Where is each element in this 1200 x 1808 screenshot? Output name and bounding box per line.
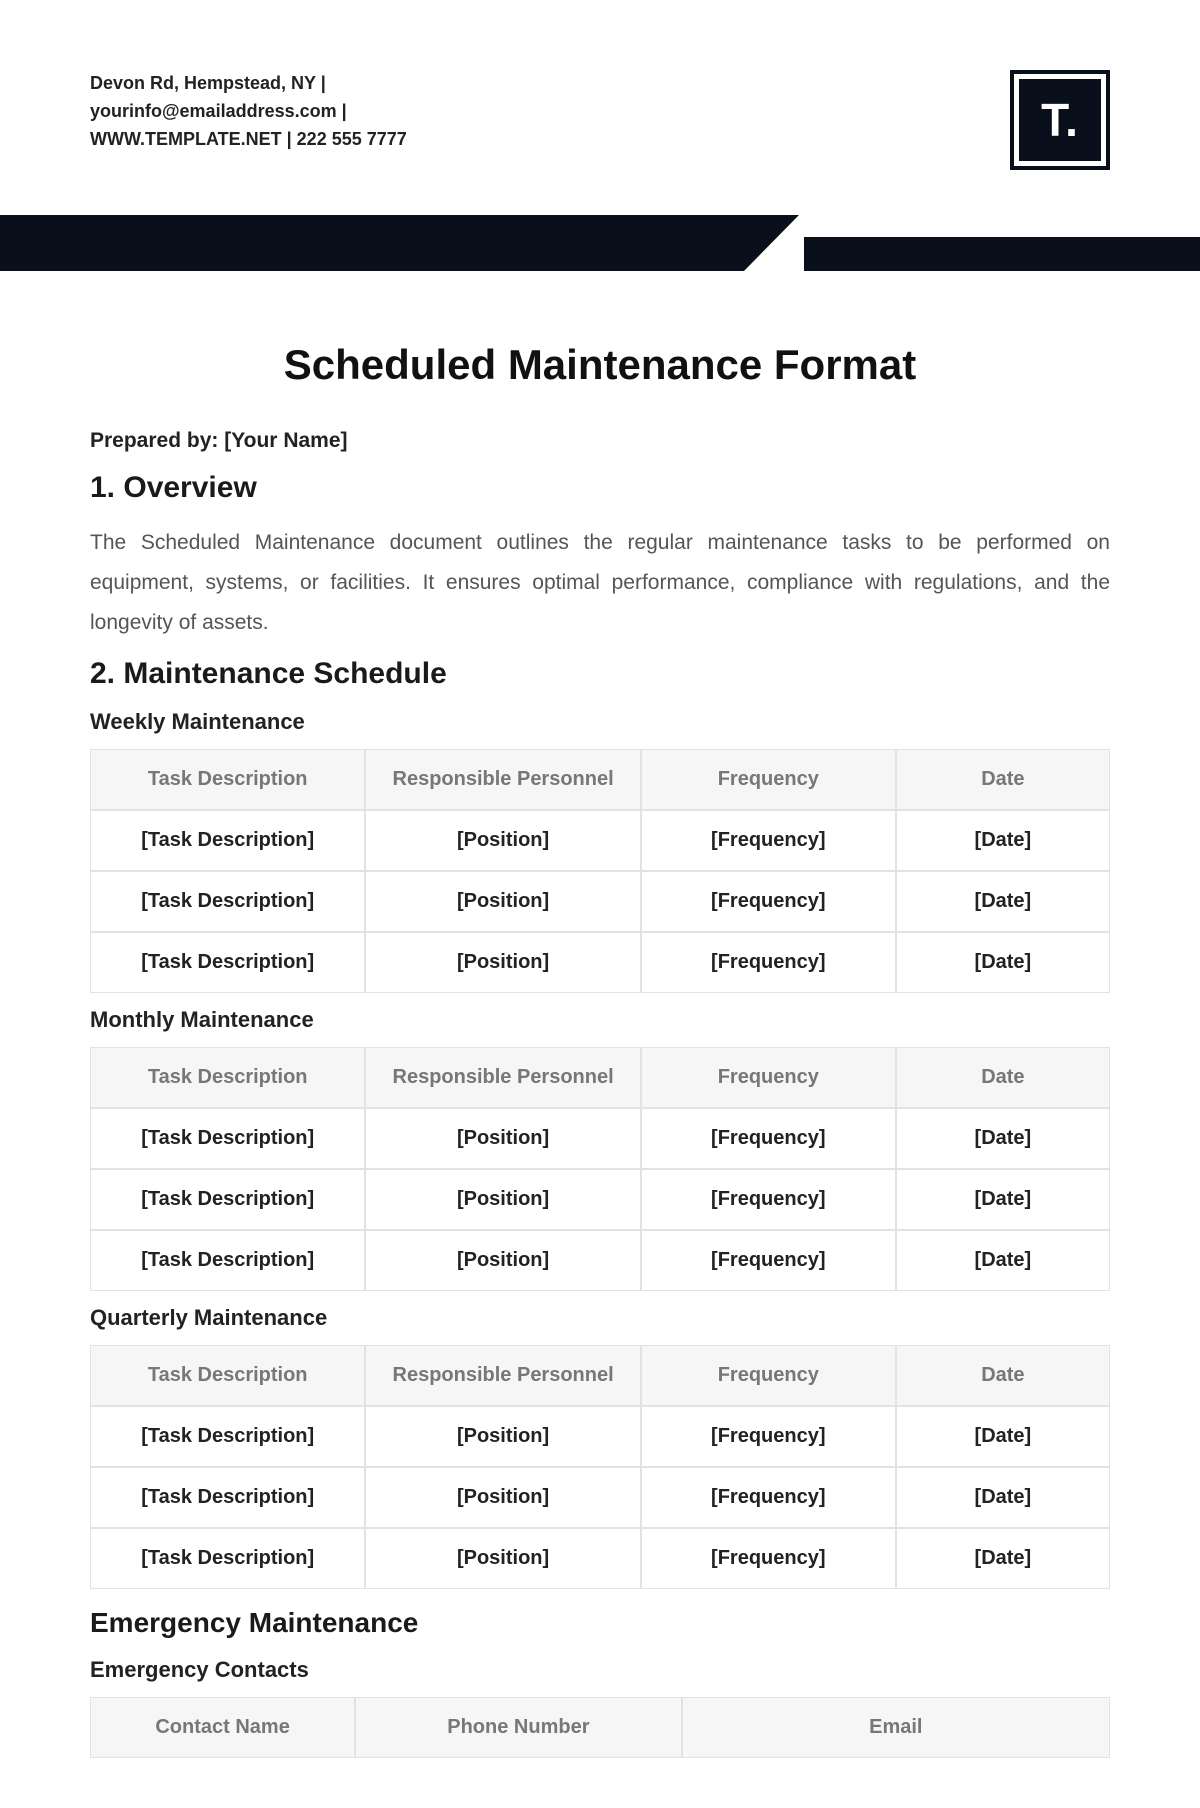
- contact-info: Devon Rd, Hempstead, NY | yourinfo@email…: [90, 70, 510, 154]
- cell-task: [Task Description]: [90, 1108, 365, 1169]
- cell-freq: [Frequency]: [641, 1528, 896, 1589]
- cell-date: [Date]: [896, 1406, 1110, 1467]
- cell-task: [Task Description]: [90, 871, 365, 932]
- th-contact-name: Contact Name: [90, 1697, 355, 1758]
- table-header-row: Task Description Responsible Personnel F…: [90, 1345, 1110, 1406]
- cell-task: [Task Description]: [90, 810, 365, 871]
- cell-date: [Date]: [896, 1528, 1110, 1589]
- quarterly-table: Task Description Responsible Personnel F…: [90, 1345, 1110, 1589]
- cell-resp: [Position]: [365, 1108, 640, 1169]
- cell-freq: [Frequency]: [641, 932, 896, 993]
- banner-right-shape: [804, 237, 1200, 271]
- th-freq: Frequency: [641, 749, 896, 810]
- cell-resp: [Position]: [365, 1169, 640, 1230]
- table-row: [Task Description] [Position] [Frequency…: [90, 932, 1110, 993]
- th-date: Date: [896, 1047, 1110, 1108]
- cell-resp: [Position]: [365, 1230, 640, 1291]
- emergency-contacts-heading: Emergency Contacts: [90, 1657, 1110, 1683]
- cell-task: [Task Description]: [90, 932, 365, 993]
- quarterly-heading: Quarterly Maintenance: [90, 1305, 1110, 1331]
- table-header-row: Task Description Responsible Personnel F…: [90, 749, 1110, 810]
- cell-freq: [Frequency]: [641, 1406, 896, 1467]
- th-task: Task Description: [90, 1047, 365, 1108]
- cell-date: [Date]: [896, 932, 1110, 993]
- th-date: Date: [896, 1345, 1110, 1406]
- table-row: [Task Description] [Position] [Frequency…: [90, 871, 1110, 932]
- th-task: Task Description: [90, 1345, 365, 1406]
- cell-freq: [Frequency]: [641, 1169, 896, 1230]
- cell-freq: [Frequency]: [641, 1230, 896, 1291]
- table-row: [Task Description] [Position] [Frequency…: [90, 1108, 1110, 1169]
- cell-date: [Date]: [896, 1230, 1110, 1291]
- th-task: Task Description: [90, 749, 365, 810]
- cell-freq: [Frequency]: [641, 1108, 896, 1169]
- cell-resp: [Position]: [365, 932, 640, 993]
- table-row: [Task Description] [Position] [Frequency…: [90, 1528, 1110, 1589]
- cell-date: [Date]: [896, 1169, 1110, 1230]
- th-resp: Responsible Personnel: [365, 749, 640, 810]
- weekly-heading: Weekly Maintenance: [90, 709, 1110, 735]
- table-header-row: Contact Name Phone Number Email: [90, 1697, 1110, 1758]
- cell-task: [Task Description]: [90, 1169, 365, 1230]
- cell-resp: [Position]: [365, 1467, 640, 1528]
- weekly-table: Task Description Responsible Personnel F…: [90, 749, 1110, 993]
- cell-date: [Date]: [896, 1108, 1110, 1169]
- decorative-banner: [0, 215, 1200, 271]
- monthly-heading: Monthly Maintenance: [90, 1007, 1110, 1033]
- table-row: [Task Description] [Position] [Frequency…: [90, 1230, 1110, 1291]
- logo-frame: T.: [1010, 70, 1110, 170]
- cell-date: [Date]: [896, 810, 1110, 871]
- cell-task: [Task Description]: [90, 1230, 365, 1291]
- th-date: Date: [896, 749, 1110, 810]
- section-overview-heading: 1. Overview: [90, 471, 1110, 505]
- prepared-by: Prepared by: [Your Name]: [90, 429, 1110, 453]
- th-resp: Responsible Personnel: [365, 1345, 640, 1406]
- cell-resp: [Position]: [365, 810, 640, 871]
- th-freq: Frequency: [641, 1047, 896, 1108]
- emergency-contacts-table: Contact Name Phone Number Email: [90, 1697, 1110, 1758]
- cell-freq: [Frequency]: [641, 810, 896, 871]
- th-phone: Phone Number: [355, 1697, 681, 1758]
- cell-resp: [Position]: [365, 1528, 640, 1589]
- document-page: Devon Rd, Hempstead, NY | yourinfo@email…: [0, 0, 1200, 1808]
- cell-task: [Task Description]: [90, 1406, 365, 1467]
- cell-freq: [Frequency]: [641, 871, 896, 932]
- cell-date: [Date]: [896, 1467, 1110, 1528]
- section-schedule-heading: 2. Maintenance Schedule: [90, 657, 1110, 691]
- monthly-table: Task Description Responsible Personnel F…: [90, 1047, 1110, 1291]
- letterhead: Devon Rd, Hempstead, NY | yourinfo@email…: [90, 70, 1110, 170]
- th-email: Email: [682, 1697, 1110, 1758]
- cell-task: [Task Description]: [90, 1528, 365, 1589]
- cell-freq: [Frequency]: [641, 1467, 896, 1528]
- cell-resp: [Position]: [365, 1406, 640, 1467]
- cell-task: [Task Description]: [90, 1467, 365, 1528]
- logo-icon: T.: [1019, 79, 1101, 161]
- table-row: [Task Description] [Position] [Frequency…: [90, 810, 1110, 871]
- cell-date: [Date]: [896, 871, 1110, 932]
- th-resp: Responsible Personnel: [365, 1047, 640, 1108]
- table-row: [Task Description] [Position] [Frequency…: [90, 1169, 1110, 1230]
- th-freq: Frequency: [641, 1345, 896, 1406]
- document-title: Scheduled Maintenance Format: [90, 341, 1110, 389]
- banner-left-shape: [0, 215, 744, 271]
- table-row: [Task Description] [Position] [Frequency…: [90, 1467, 1110, 1528]
- table-header-row: Task Description Responsible Personnel F…: [90, 1047, 1110, 1108]
- table-row: [Task Description] [Position] [Frequency…: [90, 1406, 1110, 1467]
- emergency-heading: Emergency Maintenance: [90, 1607, 1110, 1639]
- cell-resp: [Position]: [365, 871, 640, 932]
- overview-body: The Scheduled Maintenance document outli…: [90, 523, 1110, 643]
